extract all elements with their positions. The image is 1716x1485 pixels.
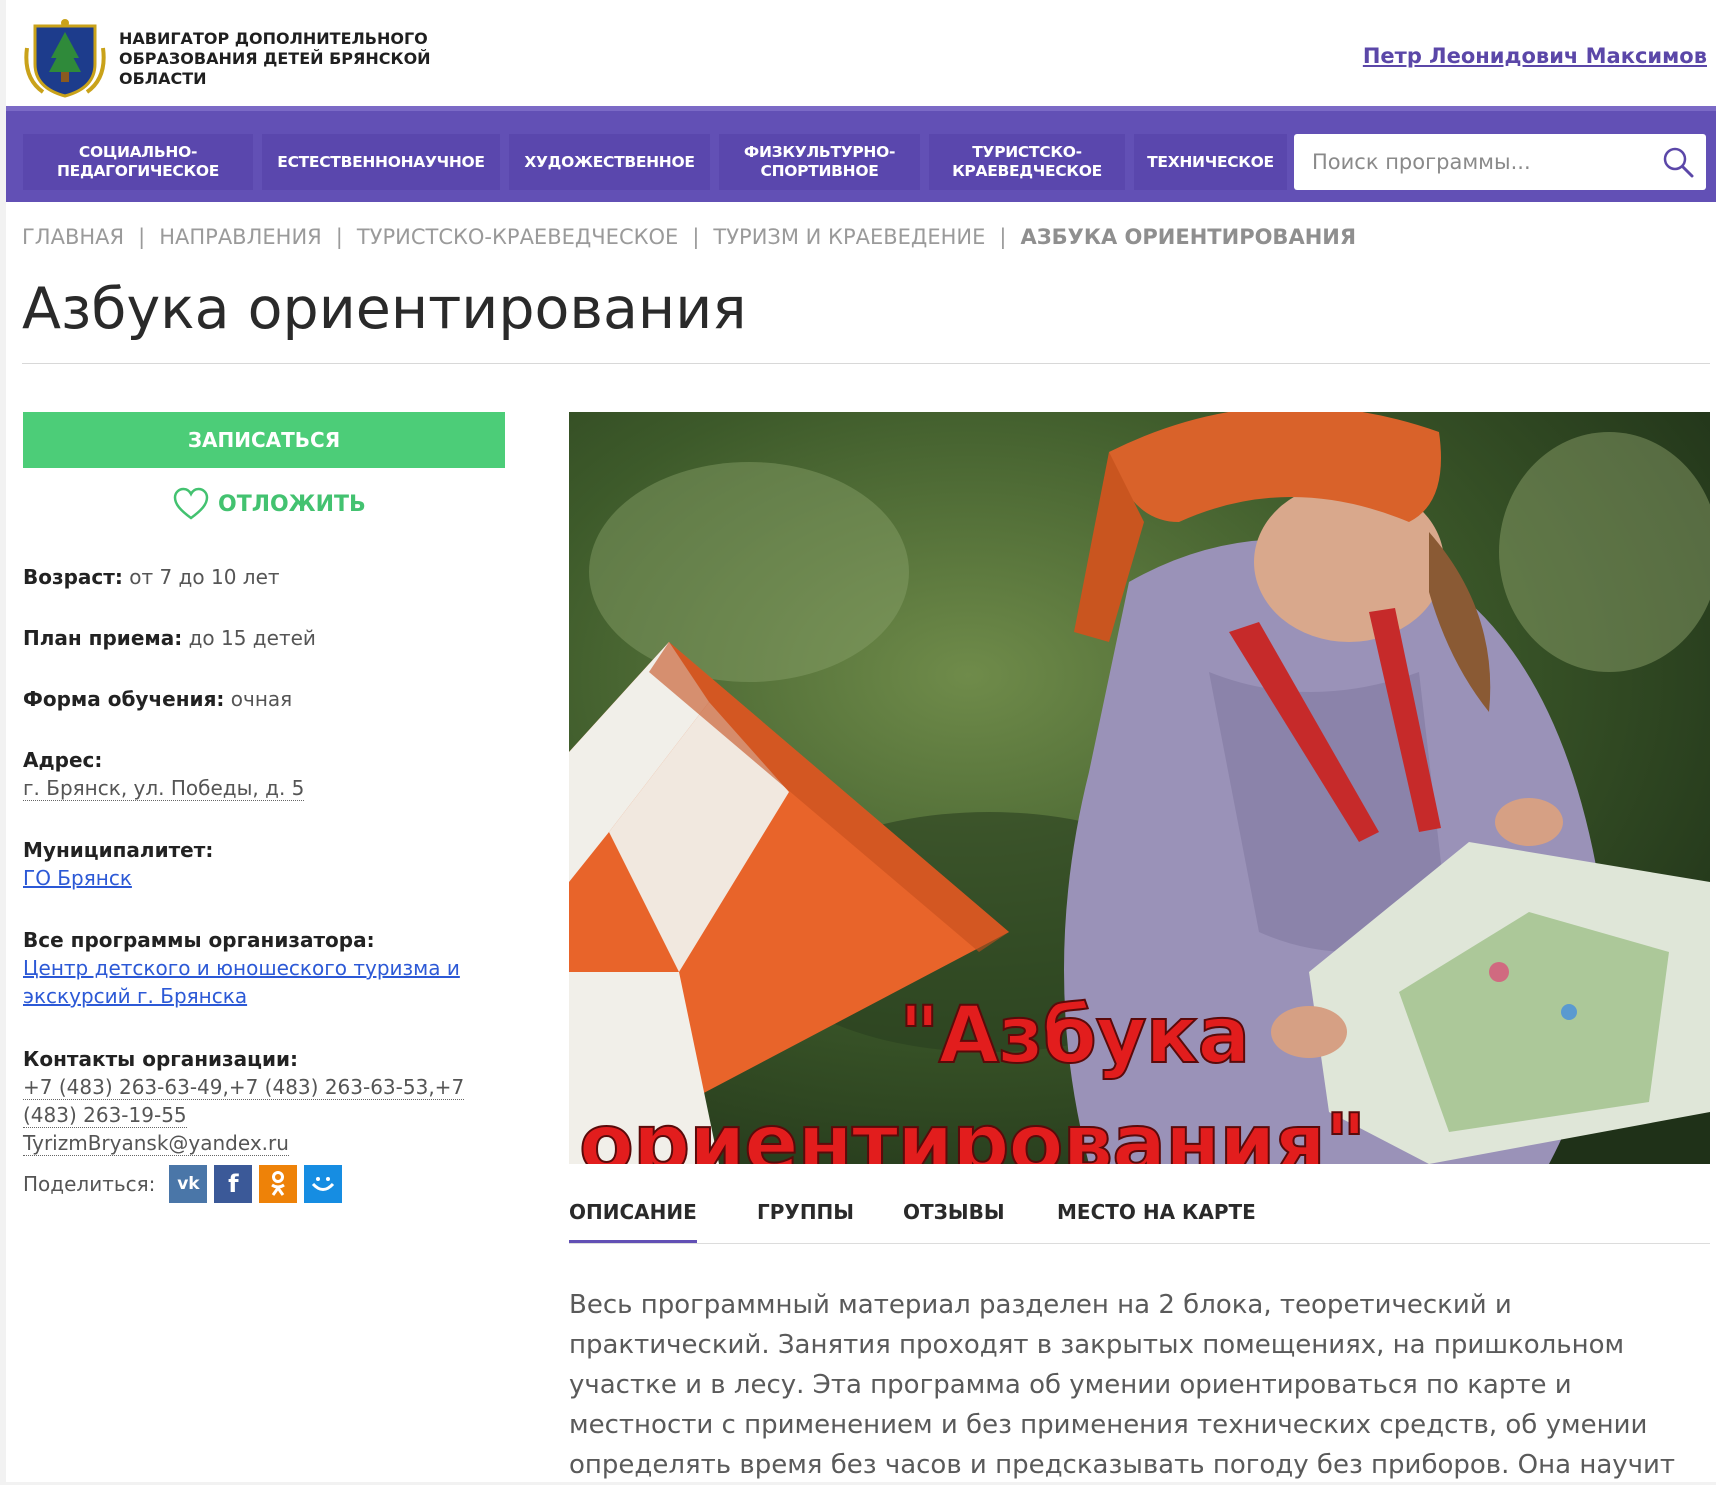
contacts-email[interactable]: TyrizmBryansk@yandex.ru: [23, 1131, 289, 1156]
tab-groups[interactable]: ГРУППЫ: [757, 1200, 854, 1224]
coat-of-arms-logo[interactable]: [23, 18, 107, 98]
age-value: от 7 до 10 лет: [129, 565, 280, 589]
organizer-programs-label: Все программы организатора:: [23, 928, 375, 952]
breadcrumb: ГЛАВНАЯ | НАПРАВЛЕНИЯ | ТУРИСТСКО-КРАЕВЕДЧЕС…: [22, 225, 1356, 249]
address-label: Адрес:: [23, 748, 103, 772]
program-image[interactable]: "Азбука ориентирования": [569, 412, 1710, 1164]
nav-item-artistic[interactable]: ХУДОЖЕСТВЕННОЕ: [509, 134, 710, 190]
plan-label: План приема:: [23, 626, 183, 650]
user-profile-link[interactable]: Петр Леонидович Максимов: [1363, 44, 1707, 68]
facebook-icon[interactable]: f: [214, 1165, 253, 1203]
nav-item-tourism[interactable]: ТУРИСТСКО-КРАЕВЕДЧЕСКОЕ: [929, 134, 1125, 190]
vk-icon[interactable]: vk: [169, 1165, 208, 1203]
nav-item-natural-science[interactable]: ЕСТЕСТВЕННОНАУЧНОЕ: [262, 134, 500, 190]
organizer-programs-link[interactable]: Центр детского и юношеского туризма и эк…: [23, 956, 460, 1008]
organizer-programs-info: Все программы организатора: Центр детско…: [23, 926, 513, 1010]
enroll-button[interactable]: ЗАПИСАТЬСЯ: [23, 412, 505, 468]
site-header: НАВИГАТОР ДОПОЛНИТЕЛЬНОГО ОБРАЗОВАНИЯ ДЕ…: [6, 0, 1716, 106]
main-nav: СОЦИАЛЬНО-ПЕДАГОГИЧЕСКОЕ ЕСТЕСТВЕННОНАУЧ…: [6, 106, 1716, 202]
municipality-label: Муниципалитет:: [23, 838, 214, 862]
site-title: НАВИГАТОР ДОПОЛНИТЕЛЬНОГО ОБРАЗОВАНИЯ ДЕ…: [119, 29, 431, 88]
tab-reviews[interactable]: ОТЗЫВЫ: [903, 1200, 1005, 1224]
form-value: очная: [230, 687, 293, 711]
share-label: Поделиться:: [23, 1172, 156, 1196]
search-input[interactable]: [1294, 134, 1654, 190]
postpone-label: ОТЛОЖИТЬ: [218, 491, 366, 517]
breadcrumb-directions[interactable]: НАПРАВЛЕНИЯ: [159, 225, 322, 249]
breadcrumb-current: АЗБУКА ОРИЕНТИРОВАНИЯ: [1020, 225, 1357, 249]
search-icon[interactable]: [1662, 146, 1694, 178]
address-value[interactable]: г. Брянск, ул. Победы, д. 5: [23, 776, 305, 801]
title-divider: [22, 363, 1710, 364]
contacts-label: Контакты организации:: [23, 1047, 299, 1071]
breadcrumb-tourism-subcategory[interactable]: ТУРИЗМ И КРАЕВЕДЕНИЕ: [713, 225, 985, 249]
municipality-info: Муниципалитет: ГО Брянск: [23, 836, 513, 892]
breadcrumb-separator: |: [138, 225, 146, 249]
breadcrumb-separator: |: [999, 225, 1007, 249]
plan-info: План приема: до 15 детей: [23, 624, 513, 652]
nav-item-technical[interactable]: ТЕХНИЧЕСКОЕ: [1134, 134, 1287, 190]
image-caption-line1: "Азбука: [898, 991, 1251, 1081]
age-label: Возраст:: [23, 565, 123, 589]
age-info: Возраст: от 7 до 10 лет: [23, 563, 513, 591]
share-row: Поделиться: vk f: [23, 1164, 349, 1204]
breadcrumb-home[interactable]: ГЛАВНАЯ: [22, 225, 124, 249]
breadcrumb-separator: |: [335, 225, 343, 249]
contacts-info: Контакты организации: +7 (483) 263-63-49…: [23, 1045, 513, 1157]
form-label: Форма обучения:: [23, 687, 225, 711]
contacts-phones: +7 (483) 263-63-49,+7 (483) 263-63-53,+7…: [23, 1075, 465, 1128]
program-description: Весь программный материал разделен на 2 …: [569, 1290, 1676, 1480]
address-info: Адрес: г. Брянск, ул. Победы, д. 5: [23, 746, 513, 802]
image-caption-line2: ориентирования": [578, 1097, 1367, 1165]
program-tabs: ОПИСАНИЕ ГРУППЫ ОТЗЫВЫ МЕСТО НА КАРТЕ: [569, 1190, 1710, 1244]
page: НАВИГАТОР ДОПОЛНИТЕЛЬНОГО ОБРАЗОВАНИЯ ДЕ…: [6, 0, 1716, 1482]
form-info: Форма обучения: очная: [23, 685, 513, 713]
page-title: Азбука ориентирования: [22, 276, 747, 342]
nav-item-social-pedagogical[interactable]: СОЦИАЛЬНО-ПЕДАГОГИЧЕСКОЕ: [23, 134, 253, 190]
tab-description[interactable]: ОПИСАНИЕ: [569, 1200, 697, 1243]
tab-map[interactable]: МЕСТО НА КАРТЕ: [1057, 1200, 1256, 1224]
mailru-icon[interactable]: [304, 1165, 343, 1203]
nav-item-sports[interactable]: ФИЗКУЛЬТУРНО-СПОРТИВНОЕ: [719, 134, 920, 190]
search-box: [1294, 134, 1706, 190]
breadcrumb-tourism-category[interactable]: ТУРИСТСКО-КРАЕВЕДЧЕСКОЕ: [357, 225, 679, 249]
odnoklassniki-icon[interactable]: [259, 1165, 298, 1203]
municipality-link[interactable]: ГО Брянск: [23, 866, 132, 890]
breadcrumb-separator: |: [692, 225, 700, 249]
postpone-button[interactable]: ОТЛОЖИТЬ: [172, 484, 366, 524]
heart-icon: [173, 487, 209, 520]
plan-value: до 15 детей: [188, 626, 316, 650]
